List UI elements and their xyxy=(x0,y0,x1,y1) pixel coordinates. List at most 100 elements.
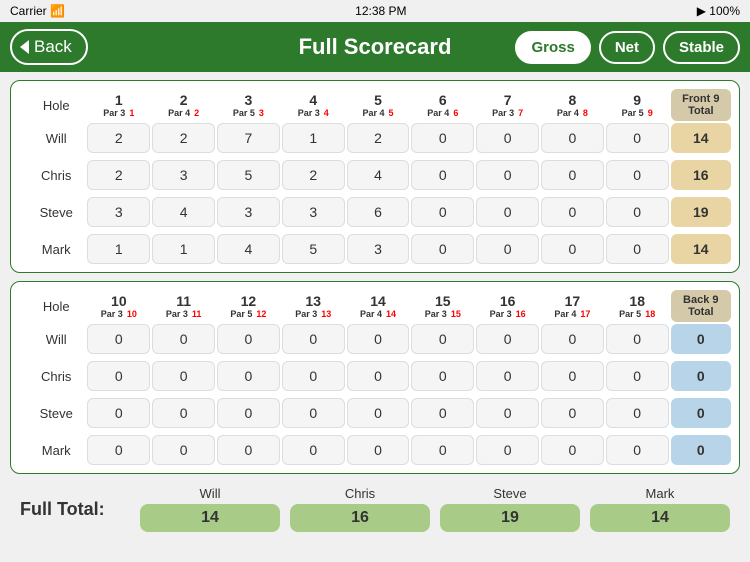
chris-hole3-score[interactable]: 5 xyxy=(217,160,280,190)
mark-hole5-score[interactable]: 3 xyxy=(347,234,410,264)
steve-hole17-score[interactable]: 0 xyxy=(541,398,604,428)
steve-front9-row: Steve 3 4 3 3 6 0 0 0 0 19 xyxy=(19,197,731,227)
mark-name: Mark xyxy=(19,234,85,264)
mark-hole15-score[interactable]: 0 xyxy=(411,435,474,465)
hole-1-header: 1 Par 31 xyxy=(87,89,150,121)
mark-hole9-score[interactable]: 0 xyxy=(606,234,669,264)
chris-hole1-score[interactable]: 2 xyxy=(87,160,150,190)
chris-hole18-score[interactable]: 0 xyxy=(606,361,669,391)
gross-button[interactable]: Gross xyxy=(515,31,590,64)
steve-hole13-score[interactable]: 0 xyxy=(282,398,345,428)
chris-front9-row: Chris 2 3 5 2 4 0 0 0 0 16 xyxy=(19,160,731,190)
chris-hole10-score[interactable]: 0 xyxy=(87,361,150,391)
mark-hole18-score[interactable]: 0 xyxy=(606,435,669,465)
mark-hole4-score[interactable]: 5 xyxy=(282,234,345,264)
will-total-name: Will xyxy=(200,486,221,501)
will-hole13-score[interactable]: 0 xyxy=(282,324,345,354)
hole-12-header: 12 Par 512 xyxy=(217,290,280,322)
steve-name: Steve xyxy=(19,197,85,227)
steve-hole2-score[interactable]: 4 xyxy=(152,197,215,227)
mark-hole13-score[interactable]: 0 xyxy=(282,435,345,465)
chris-hole2-score[interactable]: 3 xyxy=(152,160,215,190)
net-button[interactable]: Net xyxy=(599,31,655,64)
steve-hole9-score[interactable]: 0 xyxy=(606,197,669,227)
will-hole7-score[interactable]: 0 xyxy=(476,123,539,153)
will-hole17-score[interactable]: 0 xyxy=(541,324,604,354)
steve-hole14-score[interactable]: 0 xyxy=(347,398,410,428)
chris-hole11-score[interactable]: 0 xyxy=(152,361,215,391)
will-hole15-score[interactable]: 0 xyxy=(411,324,474,354)
steve-hole5-score[interactable]: 6 xyxy=(347,197,410,227)
chris-hole17-score[interactable]: 0 xyxy=(541,361,604,391)
mark-hole17-score[interactable]: 0 xyxy=(541,435,604,465)
will-hole8-score[interactable]: 0 xyxy=(541,123,604,153)
nav-bar: Back Full Scorecard Gross Net Stable xyxy=(0,22,750,72)
will-hole12-score[interactable]: 0 xyxy=(217,324,280,354)
will-hole16-score[interactable]: 0 xyxy=(476,324,539,354)
mark-full-total: 14 xyxy=(590,504,730,532)
steve-hole18-score[interactable]: 0 xyxy=(606,398,669,428)
carrier-label: Carrier 📶 xyxy=(10,4,65,18)
mark-hole12-score[interactable]: 0 xyxy=(217,435,280,465)
hole-6-header: 6 Par 46 xyxy=(411,89,474,121)
chris-hole13-score[interactable]: 0 xyxy=(282,361,345,391)
steve-hole3-score[interactable]: 3 xyxy=(217,197,280,227)
steve-hole10-score[interactable]: 0 xyxy=(87,398,150,428)
steve-hole7-score[interactable]: 0 xyxy=(476,197,539,227)
steve-hole12-score[interactable]: 0 xyxy=(217,398,280,428)
hole-9-header: 9 Par 59 xyxy=(606,89,669,121)
steve-hole8-score[interactable]: 0 xyxy=(541,197,604,227)
chris-hole8-score[interactable]: 0 xyxy=(541,160,604,190)
mark-hole7-score[interactable]: 0 xyxy=(476,234,539,264)
will-hole1-score[interactable]: 2 xyxy=(87,123,150,153)
chris-hole6-score[interactable]: 0 xyxy=(411,160,474,190)
will-hole10-score[interactable]: 0 xyxy=(87,324,150,354)
chris-back9-name: Chris xyxy=(19,361,85,391)
mark-hole2-score[interactable]: 1 xyxy=(152,234,215,264)
mark-hole10-score[interactable]: 0 xyxy=(87,435,150,465)
steve-full-total: 19 xyxy=(440,504,580,532)
will-hole11-score[interactable]: 0 xyxy=(152,324,215,354)
will-back9-name: Will xyxy=(19,324,85,354)
hole-17-header: 17 Par 417 xyxy=(541,290,604,322)
stable-button[interactable]: Stable xyxy=(663,31,740,64)
steve-hole16-score[interactable]: 0 xyxy=(476,398,539,428)
back-button[interactable]: Back xyxy=(10,29,88,65)
will-total-block: Will 14 xyxy=(140,486,280,532)
mark-hole16-score[interactable]: 0 xyxy=(476,435,539,465)
chris-hole15-score[interactable]: 0 xyxy=(411,361,474,391)
back9-table: Hole 10 Par 310 11 Par 311 12 Par 512 1 xyxy=(17,288,733,467)
mark-hole6-score[interactable]: 0 xyxy=(411,234,474,264)
chris-hole14-score[interactable]: 0 xyxy=(347,361,410,391)
score-type-buttons: Gross Net Stable xyxy=(515,31,740,64)
steve-hole4-score[interactable]: 3 xyxy=(282,197,345,227)
back-label: Back xyxy=(34,37,72,57)
will-hole9-score[interactable]: 0 xyxy=(606,123,669,153)
will-name: Will xyxy=(19,123,85,153)
mark-hole3-score[interactable]: 4 xyxy=(217,234,280,264)
will-hole6-score[interactable]: 0 xyxy=(411,123,474,153)
front9-table: Hole 1 Par 31 2 Par 42 3 Par 53 4 xyxy=(17,87,733,266)
mark-hole8-score[interactable]: 0 xyxy=(541,234,604,264)
will-hole3-score[interactable]: 7 xyxy=(217,123,280,153)
chris-hole4-score[interactable]: 2 xyxy=(282,160,345,190)
chris-hole16-score[interactable]: 0 xyxy=(476,361,539,391)
mark-hole14-score[interactable]: 0 xyxy=(347,435,410,465)
will-hole18-score[interactable]: 0 xyxy=(606,324,669,354)
will-hole4-score[interactable]: 1 xyxy=(282,123,345,153)
steve-hole6-score[interactable]: 0 xyxy=(411,197,474,227)
chris-hole12-score[interactable]: 0 xyxy=(217,361,280,391)
steve-hole11-score[interactable]: 0 xyxy=(152,398,215,428)
mark-hole11-score[interactable]: 0 xyxy=(152,435,215,465)
hole-11-header: 11 Par 311 xyxy=(152,290,215,322)
will-hole14-score[interactable]: 0 xyxy=(347,324,410,354)
mark-hole1-score[interactable]: 1 xyxy=(87,234,150,264)
steve-total-name: Steve xyxy=(493,486,526,501)
steve-hole1-score[interactable]: 3 xyxy=(87,197,150,227)
will-hole5-score[interactable]: 2 xyxy=(347,123,410,153)
chris-hole5-score[interactable]: 4 xyxy=(347,160,410,190)
chris-hole9-score[interactable]: 0 xyxy=(606,160,669,190)
steve-hole15-score[interactable]: 0 xyxy=(411,398,474,428)
will-hole2-score[interactable]: 2 xyxy=(152,123,215,153)
chris-hole7-score[interactable]: 0 xyxy=(476,160,539,190)
